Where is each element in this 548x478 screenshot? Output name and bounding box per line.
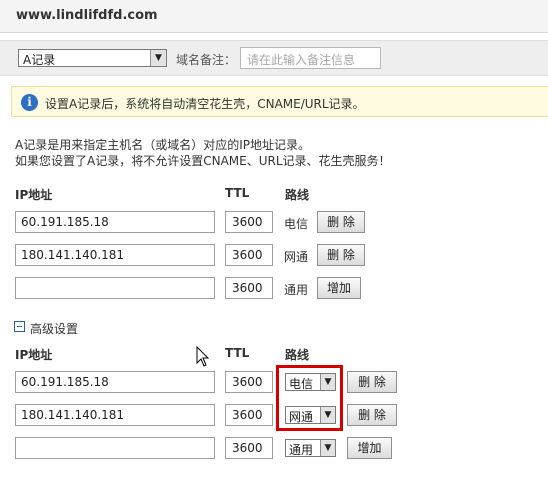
- delete-button[interactable]: 删 除: [347, 371, 397, 393]
- ip-input[interactable]: 180.141.140.181: [15, 404, 215, 426]
- ttl-value: 3600: [232, 215, 263, 229]
- record-type-select[interactable]: A记录 ▼: [18, 49, 167, 67]
- ip-value: 180.141.140.181: [21, 248, 125, 262]
- add-button[interactable]: 增加: [317, 277, 361, 299]
- ip-input[interactable]: 60.191.185.18: [15, 211, 215, 233]
- description-line-2: 如果您设置了A记录，将不允许设置CNAME、URL记录、花生壳服务！: [15, 154, 391, 168]
- route-column-header: 路线: [285, 348, 310, 362]
- advanced-settings-label[interactable]: 高级设置: [30, 320, 78, 337]
- ttl-input[interactable]: 3600: [225, 437, 273, 459]
- ip-column-header: IP地址: [15, 348, 53, 362]
- chevron-down-icon[interactable]: ▼: [320, 440, 335, 456]
- chevron-down-icon[interactable]: ▼: [150, 50, 166, 66]
- route-label: 网通: [284, 250, 309, 264]
- highlight-box: [276, 365, 343, 431]
- ttl-value: 3600: [232, 408, 263, 422]
- ttl-value: 3600: [232, 248, 263, 262]
- remark-label: 域名备注：: [176, 53, 237, 67]
- add-button[interactable]: 增加: [347, 437, 392, 459]
- ttl-input[interactable]: 3600: [225, 211, 273, 233]
- ttl-column-header: TTL: [225, 186, 250, 200]
- route-select[interactable]: 通用 ▼: [285, 439, 336, 457]
- ttl-input[interactable]: 3600: [225, 244, 273, 266]
- ttl-column-header: TTL: [225, 346, 250, 360]
- ip-value: 60.191.185.18: [21, 215, 109, 229]
- ip-input[interactable]: 180.141.140.181: [15, 244, 215, 266]
- ip-input[interactable]: [15, 277, 215, 299]
- record-type-value: A记录: [23, 53, 56, 67]
- ttl-input[interactable]: 3600: [225, 404, 273, 426]
- ttl-value: 3600: [232, 281, 263, 295]
- remark-input[interactable]: 请在此输入备注信息: [240, 47, 381, 69]
- ip-input[interactable]: 60.191.185.18: [15, 371, 215, 393]
- toolbar: A记录 ▼ 域名备注： 请在此输入备注信息: [0, 40, 548, 76]
- delete-button[interactable]: 删 除: [317, 244, 365, 266]
- domain-title: www.lindlifdfd.com: [16, 8, 158, 23]
- route-select-value: 通用: [289, 443, 314, 457]
- ttl-value: 3600: [232, 441, 263, 455]
- ip-value: 60.191.185.18: [21, 375, 109, 389]
- ttl-input[interactable]: 3600: [225, 277, 273, 299]
- notice-text: 设置A记录后，系统将自动清空花生壳，CNAME/URL记录。: [45, 97, 365, 111]
- ip-input[interactable]: [15, 437, 215, 459]
- remark-placeholder: 请在此输入备注信息: [247, 53, 356, 67]
- delete-button[interactable]: 删 除: [347, 404, 397, 426]
- ip-column-header: IP地址: [15, 188, 53, 202]
- header-bar: www.lindlifdfd.com: [0, 0, 548, 33]
- route-column-header: 路线: [285, 188, 310, 202]
- info-icon: i: [21, 94, 38, 111]
- description-line-1: A记录是用来指定主机名（或域名）对应的IP地址记录。: [15, 138, 310, 152]
- ttl-value: 3600: [232, 375, 263, 389]
- route-label: 电信: [284, 217, 309, 231]
- notice-box: i 设置A记录后，系统将自动清空花生壳，CNAME/URL记录。: [11, 86, 548, 117]
- collapse-icon[interactable]: [14, 321, 25, 332]
- delete-button[interactable]: 删 除: [317, 211, 365, 233]
- route-label: 通用: [284, 283, 309, 297]
- ttl-input[interactable]: 3600: [225, 371, 273, 393]
- ip-value: 180.141.140.181: [21, 408, 125, 422]
- mouse-cursor-icon: [196, 346, 210, 367]
